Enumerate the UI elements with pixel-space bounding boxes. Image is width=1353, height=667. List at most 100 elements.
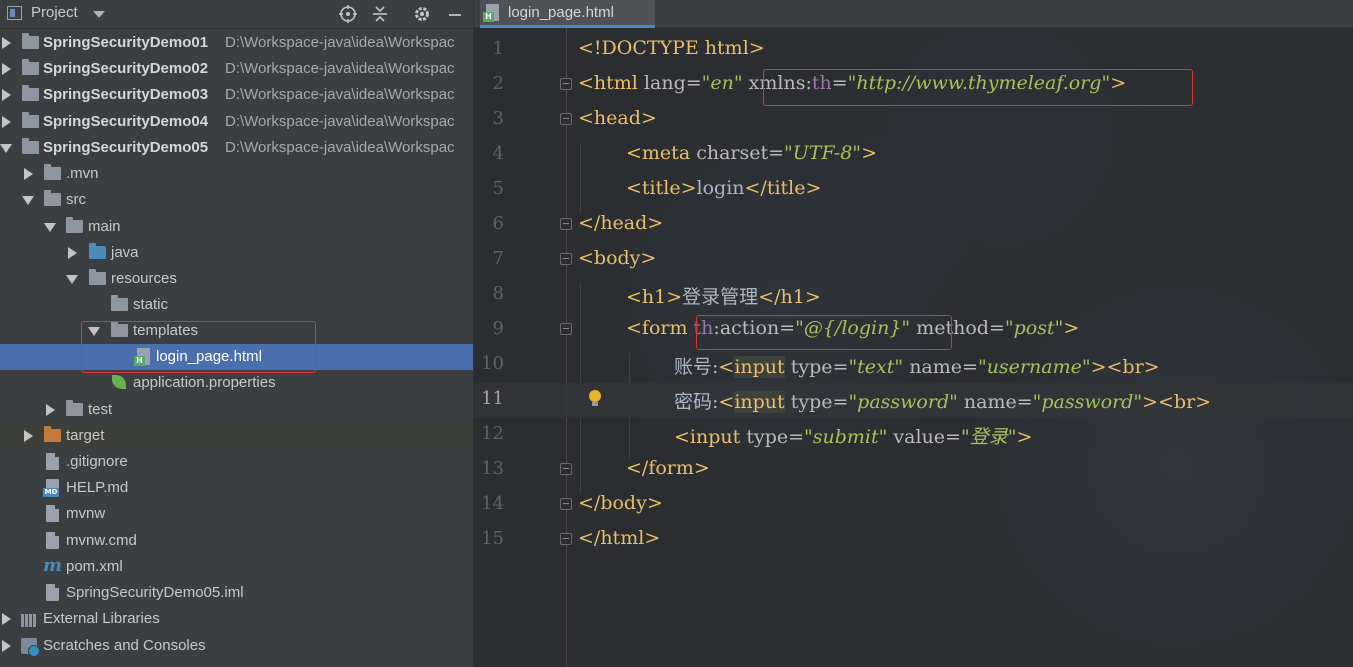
tree-item-label: SpringSecurityDemo04 xyxy=(43,113,209,130)
tree-item-gitignore[interactable]: .gitignore xyxy=(0,449,473,475)
tree-item-springsecuritydemo05[interactable]: SpringSecurityDemo05 D:\Workspace-java\i… xyxy=(0,135,473,161)
code-text: </html> xyxy=(578,527,660,549)
module-file-icon xyxy=(46,584,59,601)
tree-item-templates[interactable]: templates xyxy=(0,318,473,344)
tree-item-java[interactable]: java xyxy=(0,240,473,266)
html-file-icon: H xyxy=(483,4,499,22)
project-title[interactable]: Project xyxy=(31,4,78,21)
tree-item-mvnw[interactable]: mvnw xyxy=(0,501,473,527)
fold-marker-icon[interactable] xyxy=(560,323,572,335)
lightbulb-icon[interactable] xyxy=(589,390,601,406)
chevron-right-icon[interactable] xyxy=(2,613,11,625)
tree-item-springsecuritydemo04[interactable]: SpringSecurityDemo04 D:\Workspace-java\i… xyxy=(0,109,473,135)
chevron-right-icon[interactable] xyxy=(2,89,11,101)
locate-target-icon[interactable] xyxy=(338,4,358,24)
chevron-down-icon[interactable] xyxy=(0,144,12,153)
fold-marker-icon[interactable] xyxy=(560,78,572,90)
tree-item-application-properties[interactable]: application.properties xyxy=(0,370,473,396)
folder-icon xyxy=(66,400,83,416)
chevron-right-icon[interactable] xyxy=(68,247,77,259)
line-number: 15 xyxy=(481,528,504,549)
tree-item-login-page-html[interactable]: H login_page.html xyxy=(0,344,473,370)
code-text: <!DOCTYPE html> xyxy=(578,37,765,59)
tree-item-scratches[interactable]: Scratches and Consoles xyxy=(0,633,473,659)
line-number: 10 xyxy=(481,353,504,374)
fold-marker-icon[interactable] xyxy=(560,218,572,230)
tree-item-label: mvnw xyxy=(66,505,106,522)
chevron-right-icon[interactable] xyxy=(46,404,55,416)
spring-properties-icon xyxy=(112,375,126,389)
chevron-down-icon[interactable] xyxy=(93,11,105,18)
fold-marker-icon[interactable] xyxy=(560,463,572,475)
tree-item-iml[interactable]: SpringSecurityDemo05.iml xyxy=(0,580,473,606)
code-line: 5 <title>login</title> xyxy=(474,173,1353,208)
tree-item-label: pom.xml xyxy=(66,558,123,575)
chevron-right-icon[interactable] xyxy=(2,116,11,128)
code-token: "text" xyxy=(848,356,904,378)
chevron-right-icon[interactable] xyxy=(2,640,11,652)
folder-icon xyxy=(44,164,61,180)
fold-marker-icon[interactable] xyxy=(560,113,572,125)
code-text: <title>login</title> xyxy=(626,177,821,199)
tree-item-main[interactable]: main xyxy=(0,214,473,240)
project-view-icon xyxy=(7,6,22,20)
chevron-down-icon[interactable] xyxy=(88,327,100,336)
code-token: <body> xyxy=(578,247,657,269)
line-number: 4 xyxy=(492,143,504,164)
chevron-down-icon[interactable] xyxy=(44,223,56,232)
line-number: 7 xyxy=(492,248,504,269)
code-token: ><br> xyxy=(1090,356,1160,378)
tree-item-label: test xyxy=(88,401,113,418)
line-number: 9 xyxy=(492,318,504,339)
code-line: 15 </html> xyxy=(474,523,1353,558)
tree-item-label: src xyxy=(66,191,86,208)
code-token: name= xyxy=(903,356,978,378)
editor-area: H login_page.html 1 <!DOCTYPE html> 2 <h… xyxy=(473,0,1353,667)
code-line: 9 <form th:action="@{/login}" method="po… xyxy=(474,313,1353,348)
gear-icon[interactable] xyxy=(412,4,432,24)
tree-item-resources[interactable]: resources xyxy=(0,266,473,292)
fold-marker-icon[interactable] xyxy=(560,498,572,510)
tree-item-help-md[interactable]: MD HELP.md xyxy=(0,475,473,501)
fold-marker-icon[interactable] xyxy=(560,253,572,265)
code-token: "password" xyxy=(848,391,958,413)
tree-item-external-libraries[interactable]: External Libraries xyxy=(0,606,473,632)
code-token: </title> xyxy=(744,177,822,199)
tree-item-springsecuritydemo02[interactable]: SpringSecurityDemo02 D:\Workspace-java\i… xyxy=(0,56,473,82)
tree-item-target[interactable]: target xyxy=(0,423,473,449)
code-token: input xyxy=(734,391,785,413)
tree-item-label: java xyxy=(111,244,139,261)
code-line: 1 <!DOCTYPE html> xyxy=(474,33,1353,68)
tree-item-src[interactable]: src xyxy=(0,187,473,213)
code-line: 3 <head> xyxy=(474,103,1353,138)
line-number: 3 xyxy=(492,108,504,129)
code-token: </html> xyxy=(578,527,661,549)
tree-item-springsecuritydemo03[interactable]: SpringSecurityDemo03 D:\Workspace-java\i… xyxy=(0,82,473,108)
tree-item-mvn[interactable]: .mvn xyxy=(0,161,473,187)
chevron-right-icon[interactable] xyxy=(24,430,33,442)
tree-item-pom-xml[interactable]: m pom.xml xyxy=(0,554,473,580)
code-token: </body> xyxy=(578,492,663,514)
excluded-folder-icon xyxy=(44,426,61,442)
minimize-icon[interactable] xyxy=(445,4,465,24)
chevron-right-icon[interactable] xyxy=(24,168,33,180)
collapse-all-icon[interactable] xyxy=(370,4,390,24)
chevron-down-icon[interactable] xyxy=(66,275,78,284)
line-number: 13 xyxy=(481,458,504,479)
code-token: th xyxy=(811,72,832,94)
tree-item-test[interactable]: test xyxy=(0,397,473,423)
chevron-down-icon[interactable] xyxy=(22,196,34,205)
chevron-right-icon[interactable] xyxy=(2,37,11,49)
code-text: <meta charset="UTF-8"> xyxy=(626,142,877,164)
tree-item-label: templates xyxy=(133,322,199,339)
scratches-icon xyxy=(21,638,40,657)
line-number: 12 xyxy=(481,423,504,444)
tab-login-page-html[interactable]: H login_page.html xyxy=(480,0,655,28)
tree-item-label: External Libraries xyxy=(43,610,160,627)
tree-item-springsecuritydemo01[interactable]: SpringSecurityDemo01 D:\Workspace-java\i… xyxy=(0,30,473,56)
chevron-right-icon[interactable] xyxy=(2,63,11,75)
tree-item-static[interactable]: static xyxy=(0,292,473,318)
tree-item-mvnw-cmd[interactable]: mvnw.cmd xyxy=(0,528,473,554)
fold-marker-icon[interactable] xyxy=(560,533,572,545)
code-token: "en" xyxy=(701,72,743,94)
